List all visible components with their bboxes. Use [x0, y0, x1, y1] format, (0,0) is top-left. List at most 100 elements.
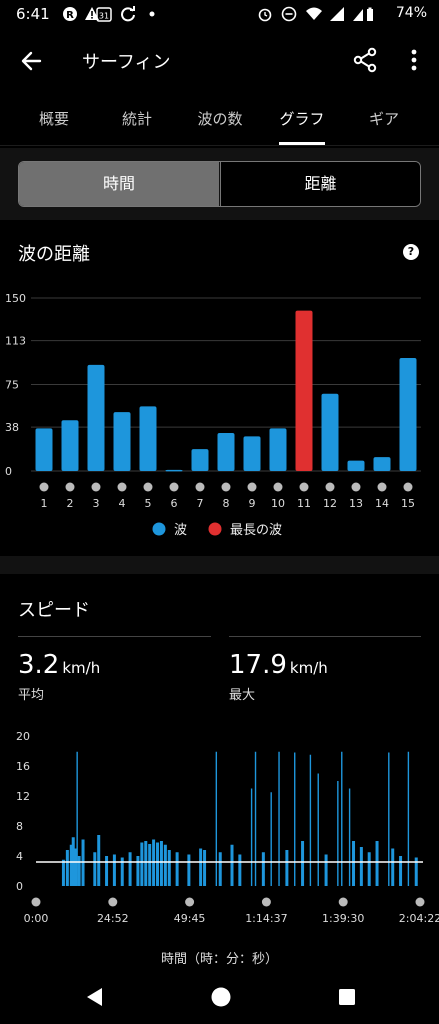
tab-bar: 概要 統計 波の数 グラフ ギア [0, 92, 439, 146]
tab-wave-count[interactable]: 波の数 [190, 108, 250, 129]
speed-spike [136, 856, 140, 886]
wave-marker-dot [403, 482, 413, 492]
speed-spike [359, 847, 363, 886]
speed-spike [203, 850, 207, 886]
signal-icon [329, 6, 345, 26]
wave-marker-dot [91, 482, 101, 492]
status-time: 6:41 [16, 5, 50, 23]
x-tick-label: 13 [349, 497, 363, 510]
wave-marker-dot [377, 482, 387, 492]
speed-spike [61, 859, 65, 886]
speed-spike [218, 852, 222, 886]
tab-stats[interactable]: 統計 [109, 108, 165, 129]
speed-title: スピード [18, 600, 90, 621]
nav-back-icon[interactable] [84, 986, 106, 1012]
wave-bar [373, 457, 391, 471]
x-tick-label: 7 [197, 497, 204, 510]
divider-left [18, 636, 211, 637]
speed-spike [93, 852, 97, 886]
wave-marker-dot [169, 482, 179, 492]
time-marker-dot [415, 897, 425, 907]
wave-bar [165, 469, 183, 472]
speed-spike [348, 788, 351, 886]
wave-bar [399, 357, 417, 471]
speed-spike [254, 751, 257, 886]
speed-spike [140, 842, 144, 886]
avg-speed-label: 平均 [18, 688, 45, 703]
legend-longest-swatch [208, 522, 222, 536]
status-bar: 6:41 R 31 74% [0, 0, 439, 30]
calendar-icon: 31 [96, 6, 112, 26]
speed-spike [167, 850, 171, 886]
x-tick-label: 1 [41, 497, 48, 510]
speed-spike [97, 835, 101, 886]
tab-gear[interactable]: ギア [356, 108, 412, 129]
speed-spike [250, 788, 253, 886]
segment-distance[interactable]: 距離 [220, 162, 420, 206]
tab-overview[interactable]: 概要 [26, 108, 82, 129]
back-arrow-icon[interactable] [18, 47, 46, 75]
speed-spike [317, 773, 319, 886]
wave-marker-dot [65, 482, 75, 492]
wave-bar [87, 364, 105, 471]
speed-spike [199, 848, 203, 886]
time-marker-dot [31, 897, 41, 907]
speed-spike [324, 854, 328, 886]
speed-spike [294, 752, 296, 886]
x-tick-label: 10 [271, 497, 285, 510]
max-speed: 17.9 km/h [229, 650, 328, 680]
max-speed-label: 最大 [229, 688, 256, 703]
segment-time[interactable]: 時間 [19, 162, 219, 206]
speed-spike [352, 841, 356, 886]
page-title: サーフィン [82, 52, 171, 73]
battery-icon [365, 6, 375, 26]
speed-spike [112, 854, 116, 886]
wave-marker-dot [325, 482, 335, 492]
x-tick-label: 8 [223, 497, 230, 510]
speed-spike [285, 850, 289, 886]
nav-home-icon[interactable] [210, 986, 232, 1012]
speed-spike [399, 856, 403, 886]
avg-speed: 3.2 km/h [18, 650, 100, 680]
legend-wave-label: 波 [174, 523, 187, 538]
active-tab-indicator [279, 142, 325, 145]
x-tick-label: 9 [249, 497, 256, 510]
more-options-icon[interactable] [404, 47, 424, 73]
x-tick-label: 12 [323, 497, 337, 510]
share-icon[interactable] [352, 47, 378, 73]
x-tick-label: 49:45 [174, 912, 206, 924]
speed-card: スピード 3.2 km/h 平均 17.9 km/h 最大 0 4 8 12 16 20 0:0… [0, 574, 439, 969]
time-marker-dot [261, 897, 271, 907]
speed-spike [65, 850, 69, 886]
speed-spike [337, 781, 339, 886]
x-tick-label: 24:52 [97, 912, 129, 924]
speed-spike [156, 842, 160, 886]
speed-spike [159, 841, 163, 886]
wave-bar [217, 432, 235, 471]
nav-recents-icon[interactable] [337, 987, 357, 1011]
wave-distance-card: 波の距離 ? 0 38 75 113 150 1 2 3 4 5 6 7 8 9 10 11 12 13 14 15 波… [0, 220, 439, 556]
battery-percent: 74% [395, 5, 427, 21]
dot-icon [148, 6, 156, 26]
tab-graph[interactable]: グラフ [272, 108, 332, 129]
notification-icon: R [62, 6, 78, 26]
y-tick-label: 8 [16, 820, 23, 833]
speed-spike [261, 852, 265, 886]
wave-bar [347, 460, 365, 471]
speed-spike [187, 854, 191, 886]
y-tick-label: 12 [16, 790, 30, 803]
speed-spike [341, 751, 343, 886]
speed-spike [391, 848, 395, 886]
wave-marker-dot [117, 482, 127, 492]
speed-x-axis-title: 時間（時：分：秒） [160, 952, 278, 967]
speed-spike [388, 752, 390, 886]
wave-bar [243, 436, 261, 471]
x-tick-label: 4 [119, 497, 126, 510]
y-tick-label: 4 [16, 850, 23, 863]
speed-spike [128, 852, 132, 886]
y-tick-label: 113 [5, 335, 26, 348]
x-tick-label: 2 [67, 497, 74, 510]
system-nav-bar [0, 969, 439, 1024]
speed-spike [77, 856, 81, 886]
y-tick-label: 20 [16, 730, 30, 743]
